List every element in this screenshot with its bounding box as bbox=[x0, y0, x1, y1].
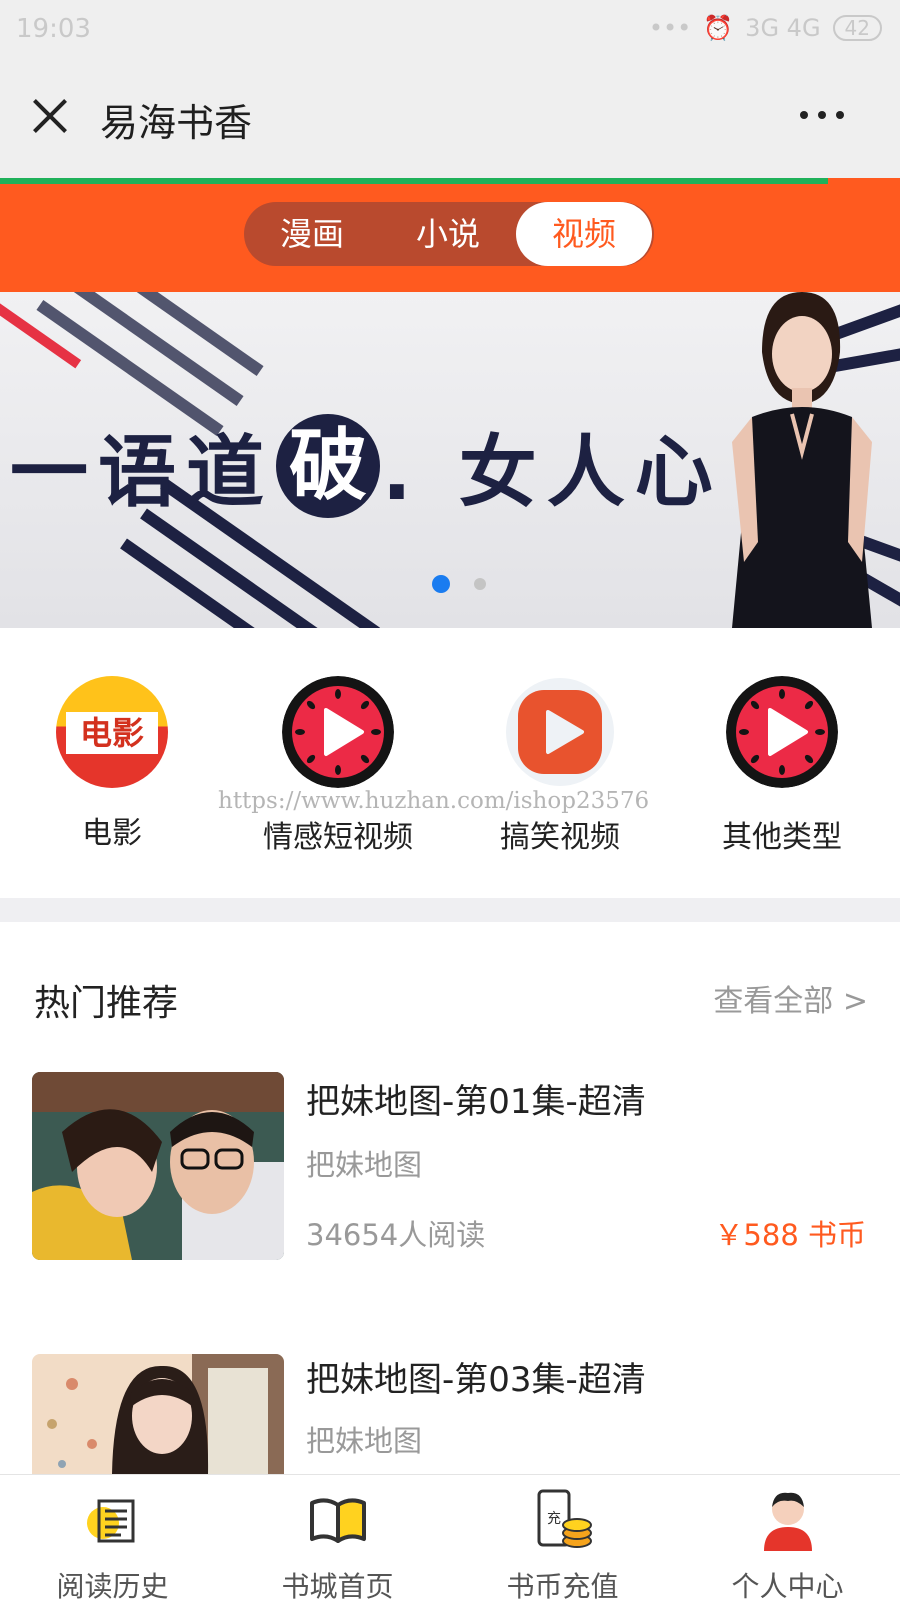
item-title: 把妹地图-第03集-超清 bbox=[306, 1360, 646, 1400]
user-icon bbox=[763, 1492, 812, 1551]
progress-fill bbox=[0, 178, 828, 184]
nav-label: 书城首页 bbox=[281, 1570, 394, 1603]
watermelon-play-icon bbox=[282, 676, 394, 788]
category-label: 情感短视频 bbox=[263, 820, 413, 855]
movie-icon: 电影 bbox=[56, 676, 168, 788]
nav-reading-history[interactable]: 阅读历史 bbox=[0, 1475, 225, 1603]
category-label: 电影 bbox=[82, 816, 142, 851]
segmented-control: 漫画 小说 视频 bbox=[244, 202, 654, 266]
carousel-dot[interactable] bbox=[474, 578, 486, 590]
item-read-count: 34654人阅读 bbox=[306, 1218, 486, 1252]
movie-badge-text: 电影 bbox=[79, 714, 144, 752]
nav-bookstore-home[interactable]: 书城首页 bbox=[225, 1475, 450, 1603]
more-dots-icon: ••• bbox=[648, 14, 692, 42]
view-all-link[interactable]: 查看全部 > bbox=[713, 976, 868, 1020]
bottom-navigation: 阅读历史 书城首页 充 书币充值 个人中心 bbox=[0, 1474, 900, 1603]
tab-videos[interactable]: 视频 bbox=[516, 202, 652, 266]
item-title: 把妹地图-第01集-超清 bbox=[306, 1082, 646, 1122]
history-icon bbox=[86, 1499, 134, 1543]
status-bar: 19:03 ••• ⏰ 3G 4G 42 bbox=[0, 0, 900, 62]
item-subtitle: 把妹地图 bbox=[306, 1424, 423, 1458]
category-funny-video[interactable]: 搞笑视频 bbox=[470, 676, 650, 856]
watermark-text: https://www.huzhan.com/ishop23576 bbox=[218, 788, 650, 814]
category-other-types[interactable]: 其他类型 bbox=[692, 676, 872, 856]
tab-comics[interactable]: 漫画 bbox=[244, 202, 380, 266]
recharge-icon-text: 充 bbox=[547, 1511, 561, 1527]
banner-presenter-image bbox=[732, 292, 872, 628]
orange-play-icon bbox=[506, 678, 614, 786]
book-icon bbox=[309, 1498, 366, 1543]
nav-coin-recharge[interactable]: 充 书币充值 bbox=[450, 1475, 675, 1603]
nav-label: 阅读历史 bbox=[56, 1570, 169, 1603]
video-thumbnail bbox=[32, 1354, 284, 1474]
banner-text-before: 一语道 bbox=[10, 428, 275, 518]
banner-headline: 一语道 破 . 女人心 bbox=[10, 410, 723, 522]
alarm-icon: ⏰ bbox=[703, 14, 734, 42]
battery-indicator: 42 bbox=[832, 15, 882, 41]
more-options-button[interactable] bbox=[800, 100, 860, 130]
app-header: 易海书香 bbox=[0, 62, 900, 178]
banner-text-after: . 女人心 bbox=[382, 428, 723, 518]
network-signals: 3G 4G bbox=[745, 14, 821, 42]
nav-user-center[interactable]: 个人中心 bbox=[675, 1475, 900, 1603]
video-thumbnail bbox=[32, 1072, 284, 1260]
category-label: 搞笑视频 bbox=[500, 820, 620, 855]
close-button[interactable] bbox=[24, 90, 76, 142]
category-movie[interactable]: 电影 电影 bbox=[22, 676, 202, 852]
category-tab-bar: 漫画 小说 视频 bbox=[0, 186, 900, 292]
section-title: 热门推荐 bbox=[34, 983, 179, 1024]
status-time: 19:03 bbox=[16, 14, 91, 44]
nav-label: 个人中心 bbox=[731, 1570, 844, 1603]
banner-text-circle: 破 bbox=[276, 414, 381, 518]
item-subtitle: 把妹地图 bbox=[306, 1148, 423, 1182]
section-divider bbox=[0, 898, 900, 922]
status-indicators: ••• ⏰ 3G 4G 42 bbox=[649, 14, 882, 42]
carousel-dot-active[interactable] bbox=[432, 575, 450, 593]
tab-novels[interactable]: 小说 bbox=[380, 202, 516, 266]
page-load-progress bbox=[0, 178, 900, 186]
category-emotional-short-video[interactable]: 情感短视频 bbox=[248, 676, 428, 856]
watermelon-play-icon bbox=[726, 676, 838, 788]
nav-label: 书币充值 bbox=[506, 1570, 619, 1603]
item-price: ￥588 书币 bbox=[714, 1218, 866, 1252]
page-title: 易海书香 bbox=[100, 101, 253, 145]
recharge-icon: 充 bbox=[537, 1489, 592, 1548]
banner-carousel[interactable]: 一语道 破 . 女人心 bbox=[0, 292, 900, 628]
category-label: 其他类型 bbox=[722, 820, 842, 855]
